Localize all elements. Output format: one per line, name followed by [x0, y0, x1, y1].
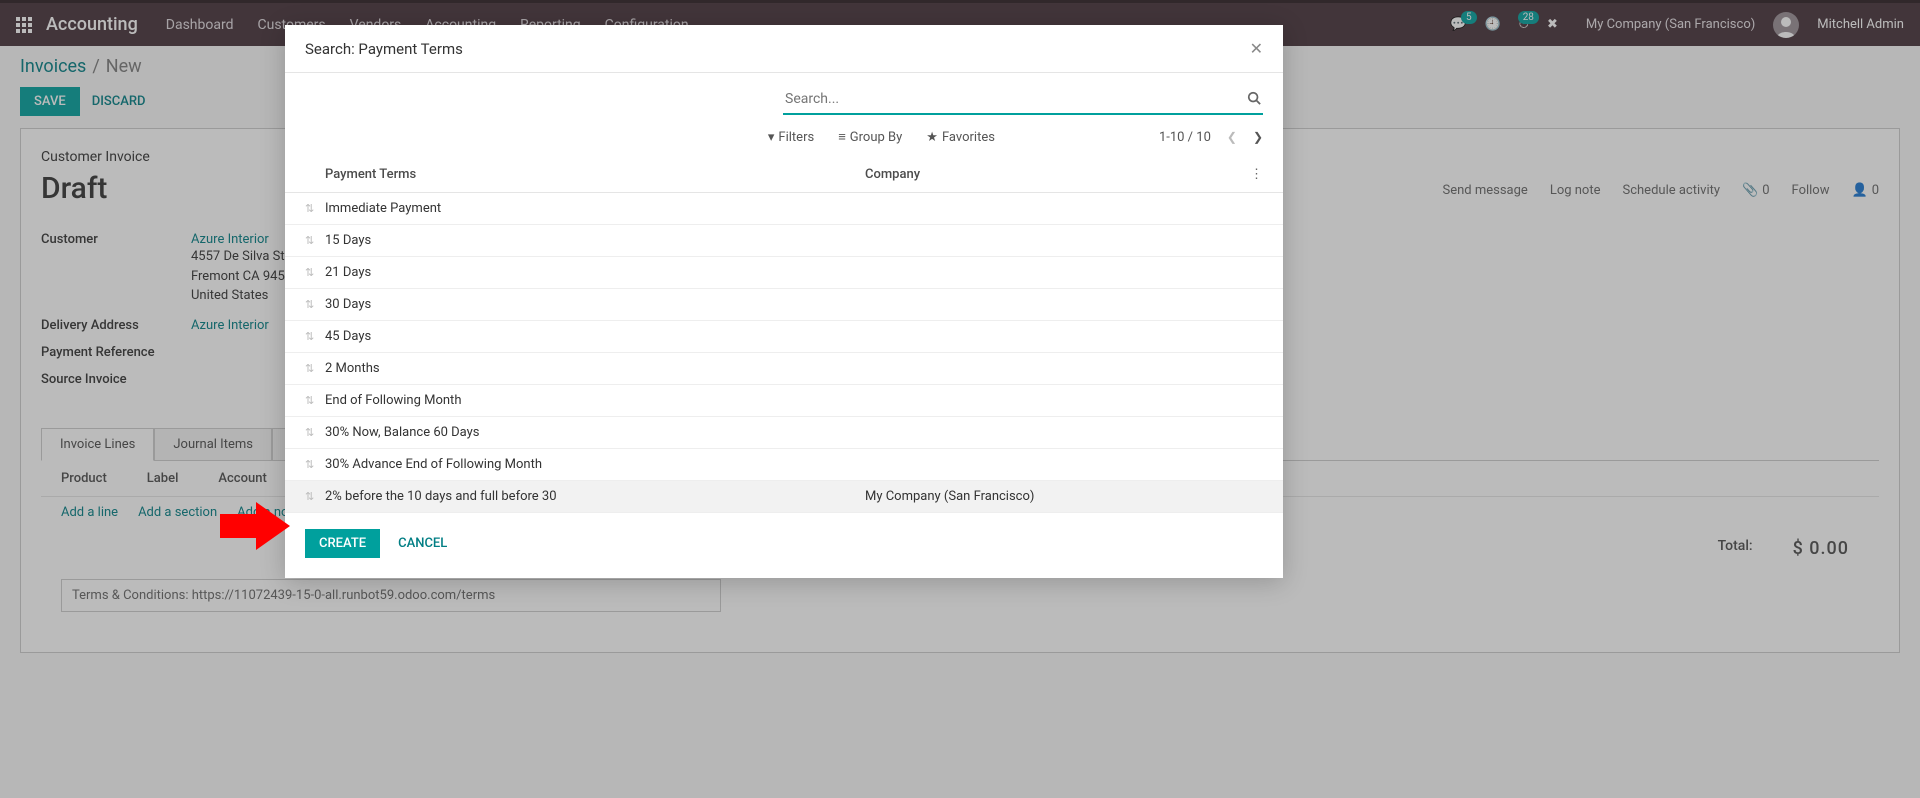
filters-button[interactable]: ▾ Filters [768, 130, 814, 145]
groupby-button[interactable]: ≡ Group By [838, 129, 902, 145]
cell-term: 21 Days [325, 265, 865, 280]
drag-handle-icon[interactable]: ⇅ [305, 490, 325, 503]
modal-table-header: Payment Terms Company ⋮ [285, 157, 1283, 193]
drag-handle-icon[interactable]: ⇅ [305, 394, 325, 407]
drag-handle-icon[interactable]: ⇅ [305, 298, 325, 311]
pager-next-icon[interactable]: ❯ [1253, 130, 1263, 144]
table-row[interactable]: ⇅30% Now, Balance 60 Days [285, 417, 1283, 449]
search-modal: Search: Payment Terms ✕ ▾ Filters ≡ Grou… [285, 25, 1283, 578]
cell-term: 45 Days [325, 329, 865, 344]
col-company[interactable]: Company [865, 167, 1250, 182]
table-row[interactable]: ⇅15 Days [285, 225, 1283, 257]
pager: 1-10 / 10 ❮ ❯ [1159, 130, 1263, 145]
search-input[interactable] [783, 85, 1263, 115]
cell-company: My Company (San Francisco) [865, 489, 1263, 504]
cancel-button[interactable]: CANCEL [398, 536, 447, 551]
table-row[interactable]: ⇅Immediate Payment [285, 193, 1283, 225]
pager-text[interactable]: 1-10 / 10 [1159, 130, 1211, 145]
table-row[interactable]: ⇅30% Advance End of Following Month [285, 449, 1283, 481]
table-row[interactable]: ⇅21 Days [285, 257, 1283, 289]
favorites-button[interactable]: ★ Favorites [926, 130, 995, 145]
cell-term: 30 Days [325, 297, 865, 312]
drag-handle-icon[interactable]: ⇅ [305, 202, 325, 215]
cell-term: 2 Months [325, 361, 865, 376]
pager-prev-icon[interactable]: ❮ [1227, 130, 1237, 144]
drag-handle-icon[interactable]: ⇅ [305, 458, 325, 471]
drag-handle-icon[interactable]: ⇅ [305, 362, 325, 375]
cell-term: 15 Days [325, 233, 865, 248]
modal-footer: CREATE CANCEL [285, 513, 1283, 578]
table-row[interactable]: ⇅45 Days [285, 321, 1283, 353]
cell-term: 2% before the 10 days and full before 30 [325, 489, 865, 504]
filter-row: ▾ Filters ≡ Group By ★ Favorites 1-10 / … [285, 115, 1283, 157]
table-row[interactable]: ⇅End of Following Month [285, 385, 1283, 417]
cell-term: 30% Now, Balance 60 Days [325, 425, 865, 440]
search-wrap [783, 85, 1263, 115]
modal-rows: ⇅Immediate Payment⇅15 Days⇅21 Days⇅30 Da… [285, 193, 1283, 513]
kebab-icon[interactable]: ⋮ [1250, 167, 1263, 182]
table-row[interactable]: ⇅30 Days [285, 289, 1283, 321]
cell-term: 30% Advance End of Following Month [325, 457, 865, 472]
table-row[interactable]: ⇅2% before the 10 days and full before 3… [285, 481, 1283, 513]
drag-handle-icon[interactable]: ⇅ [305, 234, 325, 247]
modal-title: Search: Payment Terms [305, 40, 463, 58]
drag-handle-icon[interactable]: ⇅ [305, 330, 325, 343]
search-icon[interactable] [1247, 91, 1261, 109]
table-row[interactable]: ⇅2 Months [285, 353, 1283, 385]
drag-handle-icon[interactable]: ⇅ [305, 426, 325, 439]
cell-term: Immediate Payment [325, 201, 865, 216]
col-payment-terms[interactable]: Payment Terms [325, 167, 865, 182]
close-icon[interactable]: ✕ [1250, 39, 1263, 58]
drag-handle-icon[interactable]: ⇅ [305, 266, 325, 279]
create-button[interactable]: CREATE [305, 529, 380, 558]
cell-term: End of Following Month [325, 393, 865, 408]
